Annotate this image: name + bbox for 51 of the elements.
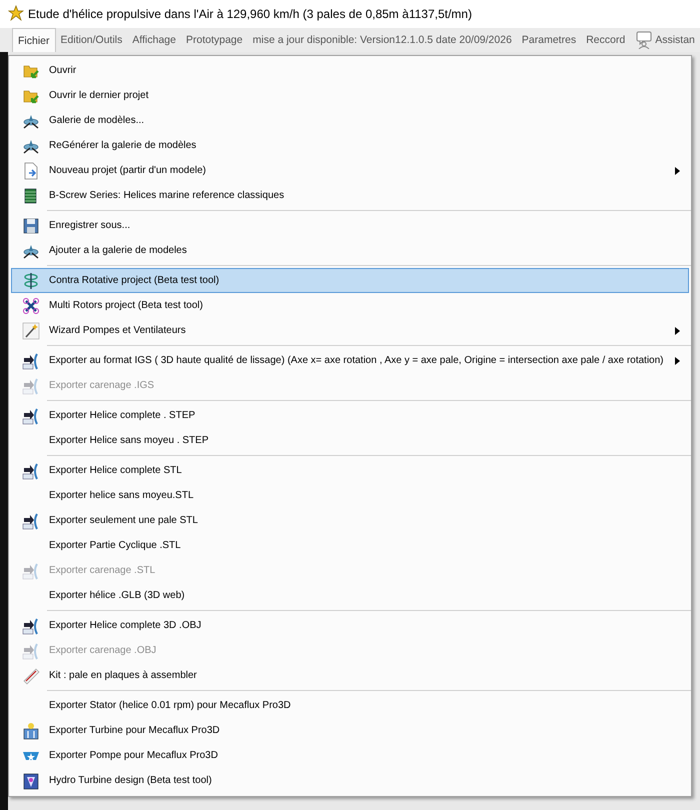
menu-item[interactable]: Kit : pale en plaques à assembler — [11, 663, 689, 688]
menu-item[interactable]: Hydro Turbine design (Beta test tool) — [11, 768, 689, 793]
chat-person-icon — [635, 31, 654, 49]
menu-tab[interactable]: Fichier — [12, 28, 56, 52]
menu-item[interactable]: Exporter seulement une pale STL — [11, 508, 689, 533]
menu-item[interactable]: Exporter hélice .GLB (3D web) — [11, 583, 689, 608]
menu-item[interactable]: Ouvrir le dernier projet — [11, 83, 689, 108]
menu-item[interactable]: Exporter Helice sans moyeu . STEP — [11, 428, 689, 453]
propeller-export-icon — [22, 406, 40, 424]
menu-item[interactable]: Contra Rotative project (Beta test tool) — [11, 268, 689, 293]
propeller-export-icon — [22, 462, 40, 480]
books-icon — [22, 186, 40, 204]
turbine-icon — [22, 722, 40, 740]
menu-tab[interactable]: Parametres — [516, 28, 582, 52]
menu-item[interactable]: Exporter helice sans moyeu.STL — [11, 483, 689, 508]
ruler-icon — [22, 666, 40, 684]
menu-item[interactable]: B-Screw Series: Helices marine reference classiques — [11, 183, 689, 208]
menu-tab[interactable]: Prototypage — [180, 28, 248, 52]
menu-item[interactable]: Exporter au format IGS ( 3D haute qualité de lissage) (Axe x= axe rotation , Axe y = axe pale, Origine = intersection axe pale / axe rotation) — [11, 348, 689, 373]
menu-item[interactable]: Multi Rotors project (Beta test tool) — [11, 293, 689, 318]
propeller-export-icon — [22, 512, 40, 530]
hydro-turbine-icon — [22, 772, 40, 790]
menu-item[interactable]: Exporter Helice complete . STEP — [11, 403, 689, 428]
menu-item[interactable]: Exporter Helice complete STL — [11, 458, 689, 483]
menu-item[interactable]: Exporter Helice complete 3D .OBJ — [11, 613, 689, 638]
window-title: Etude d'hélice propulsive dans l'Air à 129,960 km/h (3 pales de 0,85m à1137,5t/mn) — [28, 7, 472, 21]
menu-item[interactable]: ReGénérer la galerie de modèles — [11, 133, 689, 158]
menu-item[interactable]: Enregistrer sous... — [11, 213, 689, 238]
propeller-export-icon — [22, 376, 40, 394]
menu-tab[interactable]: Affichage — [127, 28, 181, 52]
propeller-export-icon — [22, 616, 40, 634]
menu-item[interactable]: Exporter Pompe pour Mecaflux Pro3D — [11, 743, 689, 768]
menu-item[interactable]: Ajouter a la galerie de modeles — [11, 238, 689, 263]
rotor-icon — [22, 272, 40, 290]
propeller-export-icon — [22, 562, 40, 580]
menu-tab[interactable]: Reccord — [581, 28, 630, 52]
menu-tab[interactable]: Assistan — [630, 28, 700, 52]
menu-item[interactable]: Galerie de modèles... — [11, 108, 689, 133]
propeller-export-icon — [22, 642, 40, 660]
menu-item[interactable]: Ouvrir — [11, 58, 689, 83]
menu-item[interactable]: Exporter Turbine pour Mecaflux Pro3D — [11, 718, 689, 743]
document-icon — [22, 162, 40, 180]
menu-tab[interactable]: Edition/Outils — [56, 28, 128, 52]
propeller-export-icon — [22, 352, 40, 370]
menu-item[interactable]: Exporter Partie Cyclique .STL — [11, 533, 689, 558]
wand-icon — [22, 322, 40, 340]
menu-item[interactable]: Wizard Pompes et Ventilateurs — [11, 318, 689, 343]
drone-icon — [22, 296, 40, 314]
menu-item[interactable]: Exporter Stator (helice 0.01 rpm) pour Mecaflux Pro3D — [11, 693, 689, 718]
menu-item[interactable]: Nouveau projet (partir d'un modele) — [11, 158, 689, 183]
menu-tab[interactable]: mise a jour disponible: Version12.1.0.5 date 20/09/2026 — [248, 28, 517, 52]
